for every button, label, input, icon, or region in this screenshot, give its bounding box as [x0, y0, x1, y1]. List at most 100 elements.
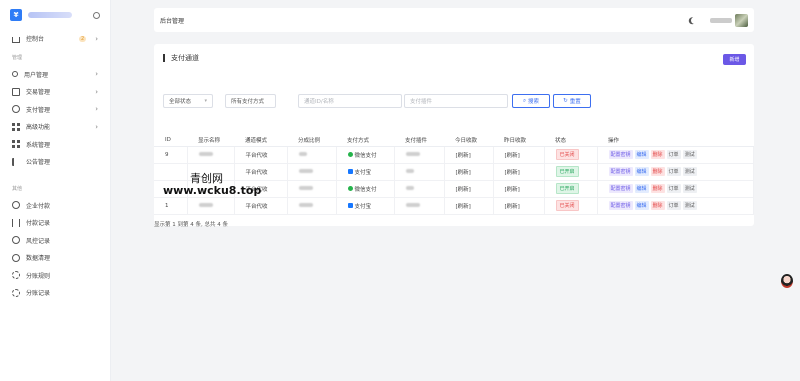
config-key-button[interactable]: 配置密钥 [608, 201, 633, 210]
sliders-icon [12, 218, 20, 227]
delete-button[interactable]: 删除 [650, 150, 665, 159]
col-header: 支付方式 [336, 134, 394, 147]
config-key-button[interactable]: 配置密钥 [608, 150, 633, 159]
test-button[interactable]: 测试 [682, 150, 697, 159]
moon-icon[interactable] [690, 16, 699, 25]
edit-button[interactable]: 编辑 [634, 201, 649, 210]
delete-button[interactable]: 删除 [650, 167, 665, 176]
cell-mode: 平台代收 [234, 197, 288, 215]
col-header: ID [154, 134, 187, 147]
wechat-pay-icon [347, 186, 353, 191]
name-blurred [198, 151, 213, 156]
sidebar-item-label: 支付管理 [26, 106, 51, 114]
pagination-info: 显示第 1 到第 4 条, 总共 4 条 [154, 222, 228, 228]
orders-button[interactable]: 订单 [666, 184, 681, 193]
cell-id [154, 163, 188, 181]
col-header: 昨日收款 [493, 134, 544, 147]
config-key-button[interactable]: 配置密钥 [608, 167, 633, 176]
sidebar-item-system[interactable]: 系统管理 [0, 136, 110, 154]
cell-actions: 配置密钥 编辑 删除 订单 测试 [597, 180, 754, 198]
cell-method: 微信支付 [336, 146, 395, 164]
plugin-input[interactable]: 支付插件 [404, 94, 508, 108]
status-badge[interactable]: 已开启 [555, 166, 579, 177]
sidebar-item-advanced[interactable]: 高级功能 › [0, 118, 110, 136]
status-badge[interactable]: 已关闭 [555, 200, 579, 211]
info-icon [12, 236, 20, 245]
cell-yesterday[interactable]: [刷新] [493, 146, 545, 164]
sidebar-item-split-rules[interactable]: 分账规则 [0, 267, 110, 285]
name-blurred [198, 202, 213, 207]
sidebar-item-users[interactable]: 用户管理 › [0, 66, 110, 84]
test-button[interactable]: 测试 [682, 184, 697, 193]
chevron-right-icon: › [95, 34, 98, 43]
cell-yesterday[interactable]: [刷新] [493, 180, 545, 198]
floating-assistant-avatar[interactable] [781, 274, 793, 288]
ratio-blurred [298, 185, 313, 190]
edit-button[interactable]: 编辑 [634, 150, 649, 159]
cell-today[interactable]: [刷新] [444, 163, 494, 181]
wechat-pay-icon [347, 152, 353, 157]
sidebar: ¥ 控制台 2 › 管理 用户管理 › 交易管理 › 支付管理 › 高级功能 › 系统管… [0, 0, 111, 381]
section-label-manage: 管理 [12, 54, 23, 61]
chevron-right-icon: › [95, 105, 98, 114]
edit-icon [12, 87, 20, 96]
cell-today[interactable]: [刷新] [444, 197, 494, 215]
col-header: 状态 [544, 134, 597, 147]
method-select[interactable]: 所有支付方式 [225, 94, 276, 108]
test-button[interactable]: 测试 [682, 167, 697, 176]
sidebar-item-risk-records[interactable]: 风控记录 [0, 232, 110, 250]
cell-yesterday[interactable]: [刷新] [493, 197, 545, 215]
sidebar-item-data-cleanup[interactable]: 数据清理 [0, 249, 110, 267]
sidebar-item-dashboard[interactable]: 控制台 2 › [0, 30, 110, 48]
status-badge[interactable]: 已关闭 [555, 149, 579, 160]
delete-button[interactable]: 删除 [650, 201, 665, 210]
delete-button[interactable]: 删除 [650, 184, 665, 193]
chevron-right-icon: › [95, 70, 98, 79]
ratio-blurred [298, 202, 313, 207]
ratio-blurred [298, 151, 307, 156]
reset-button[interactable]: ↻ 重置 [553, 94, 591, 108]
cell-method: 支付宝 [336, 163, 395, 181]
site-name-blurred [28, 12, 72, 18]
add-button[interactable]: 新增 [723, 54, 746, 65]
plugin-blurred [405, 202, 420, 207]
username-blurred[interactable] [710, 17, 732, 23]
cell-today[interactable]: [刷新] [444, 180, 494, 198]
sidebar-item-trades[interactable]: 交易管理 › [0, 83, 110, 101]
method-label: 支付宝 [354, 203, 372, 210]
cell-ratio [287, 180, 337, 198]
table-header-row: ID 显示名称 通道模式 分成比例 支付方式 支付插件 今日收款 昨日收款 状态… [154, 134, 754, 147]
sidebar-item-split-records[interactable]: 分账记录 [0, 284, 110, 302]
avatar[interactable] [735, 13, 748, 27]
sidebar-item-announcements[interactable]: 公告管理 [0, 153, 110, 171]
settings-icon[interactable] [93, 11, 100, 19]
logo-icon: ¥ [10, 9, 22, 21]
config-key-button[interactable]: 配置密钥 [608, 184, 633, 193]
cell-actions: 配置密钥 编辑 删除 订单 测试 [597, 163, 754, 181]
status-badge[interactable]: 已开启 [555, 183, 579, 194]
orders-button[interactable]: 订单 [666, 201, 681, 210]
sidebar-item-payments[interactable]: 支付管理 › [0, 101, 110, 119]
ratio-blurred [298, 168, 313, 173]
clock-icon [12, 253, 20, 262]
status-select[interactable]: 全部状态 ▾ [163, 94, 213, 108]
sidebar-item-enterprise-pay[interactable]: 企业付款 [0, 197, 110, 215]
channel-id-input[interactable]: 通道ID/名称 [298, 94, 402, 108]
edit-button[interactable]: 编辑 [634, 184, 649, 193]
sidebar-item-payment-records[interactable]: 付款记录 [0, 214, 110, 232]
orders-button[interactable]: 订单 [666, 150, 681, 159]
cell-ratio [287, 146, 337, 164]
test-button[interactable]: 测试 [682, 201, 697, 210]
sidebar-item-label: 分账记录 [26, 290, 51, 298]
cell-status: 已关闭 [544, 146, 598, 164]
edit-button[interactable]: 编辑 [634, 167, 649, 176]
home-icon [12, 36, 20, 43]
col-header: 显示名称 [187, 134, 234, 147]
method-select-value: 所有支付方式 [231, 99, 265, 105]
orders-button[interactable]: 订单 [666, 167, 681, 176]
cell-today[interactable]: [刷新] [444, 146, 494, 164]
cell-actions: 配置密钥 编辑 删除 订单 测试 [597, 146, 754, 164]
search-button[interactable]: ⌕ 搜索 [512, 94, 550, 108]
cell-yesterday[interactable]: [刷新] [493, 163, 545, 181]
cell-mode: 平台代收 [234, 146, 288, 164]
